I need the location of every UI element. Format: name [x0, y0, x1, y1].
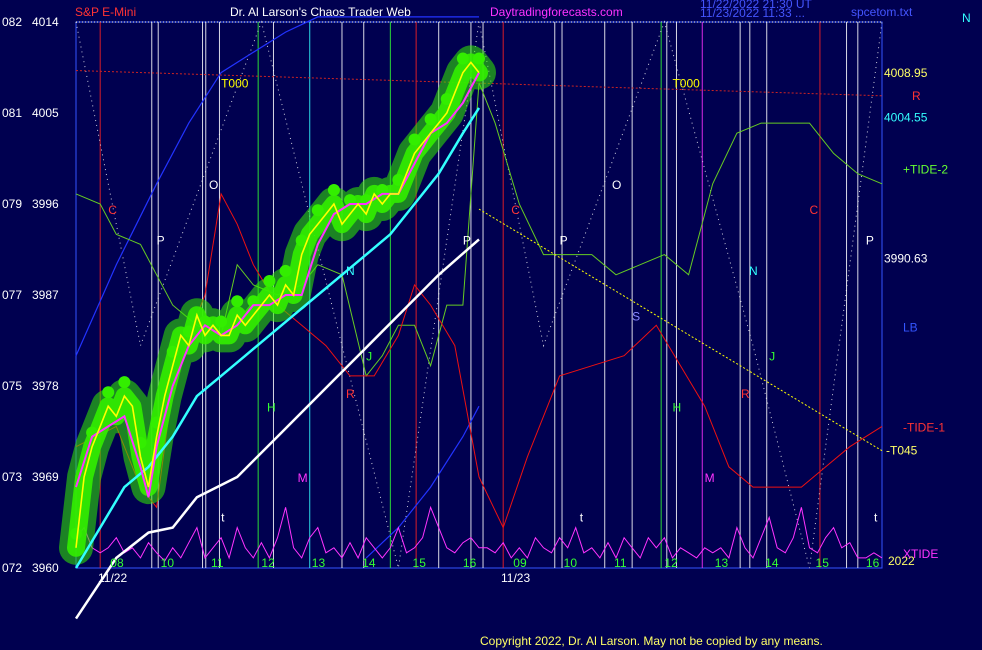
inline-label-10: O [612, 178, 621, 192]
y-code-label-4: 075 [2, 379, 22, 393]
y-code-label-6: 072 [2, 561, 22, 575]
y-code-label-2: 079 [2, 197, 22, 211]
inline-label-6: P [463, 233, 471, 247]
y-code-label-0: 082 [2, 15, 22, 29]
right-label-6: -TIDE-1 [903, 420, 945, 434]
y-price-label-3: 3987 [32, 288, 59, 302]
timestamp-2: 11/23/2022 11:33 ... [700, 6, 805, 20]
green-band-dot-20 [231, 295, 244, 308]
right-label-7: -T045 [886, 444, 918, 458]
inline-label-11: N [346, 264, 355, 278]
right-label-4: 3990.63 [884, 251, 928, 265]
green-band-dot-6 [118, 376, 131, 389]
green-band-dot-4 [102, 386, 115, 399]
green-band-dot-32 [327, 184, 340, 196]
inline-label-21: M [705, 471, 715, 485]
date-label-1: 11/23 [501, 571, 530, 585]
inline-label-14: J [366, 350, 372, 364]
x-tick-label-11: 12 [664, 556, 678, 570]
green-band-dot-0 [70, 527, 82, 540]
y-code-label-5: 073 [2, 470, 22, 484]
green-band-dot-8 [134, 436, 147, 449]
inline-label-1: T000 [672, 77, 700, 91]
inline-label-13: S [632, 309, 640, 323]
inline-label-17: R [741, 387, 750, 401]
inline-label-9: O [209, 178, 218, 192]
green-band-dot-18 [215, 315, 228, 328]
green-band-dot-26 [279, 264, 292, 277]
x-tick-label-15: 16 [866, 556, 880, 570]
x-tick-label-9: 10 [564, 556, 578, 570]
x-tick-label-0: 08 [110, 556, 124, 570]
y-code-label-1: 081 [2, 106, 22, 120]
y-price-label-5: 3969 [32, 470, 59, 484]
right-label-3: +TIDE-2 [903, 163, 948, 177]
file-name: spcetom.txt [851, 5, 913, 19]
date-label-0: 11/22 [98, 571, 127, 585]
y-price-label-6: 3960 [32, 561, 59, 575]
inline-label-20: M [298, 471, 308, 485]
inline-label-19: H [672, 400, 681, 414]
inline-label-16: R [346, 387, 355, 401]
corner-label: N [962, 11, 971, 25]
right-label-5: LB [903, 320, 918, 334]
y-code-label-3: 077 [2, 288, 22, 302]
right-label-1: R [912, 89, 921, 103]
site-link[interactable]: Daytradingforecasts.com [490, 5, 623, 19]
x-tick-label-6: 15 [413, 556, 427, 570]
green-band-dot-48 [456, 52, 469, 65]
x-tick-label-8: 09 [513, 556, 527, 570]
x-tick-label-3: 12 [261, 556, 275, 570]
y-price-label-2: 3996 [32, 197, 59, 211]
right-label-2: 4004.55 [884, 111, 928, 125]
green-band-dot-42 [408, 133, 421, 146]
green-band-dot-50 [473, 52, 485, 65]
x-tick-label-1: 10 [161, 556, 175, 570]
inline-label-0: T000 [221, 77, 249, 91]
chart-canvas: S&P E-Mini Dr. Al Larson's Chaos Trader … [0, 0, 982, 650]
inline-label-5: P [157, 233, 165, 247]
y-price-label-4: 3978 [32, 379, 59, 393]
chart-background [0, 0, 982, 650]
x-tick-label-13: 14 [765, 556, 779, 570]
right-label-0: 4008.95 [884, 66, 928, 80]
green-band-dot-30 [311, 204, 324, 217]
x-tick-label-4: 13 [312, 556, 326, 570]
inline-label-2: C [108, 203, 117, 217]
x-tick-label-2: 11 [211, 556, 224, 570]
copyright-text: Copyright 2022, Dr. Al Larson. May not b… [480, 634, 823, 648]
y-price-label-0: 4014 [32, 15, 59, 29]
symbol-title: S&P E-Mini [75, 5, 136, 19]
green-band-dot-44 [424, 113, 437, 126]
x-tick-label-7: 16 [463, 556, 477, 570]
x-tick-label-10: 11 [614, 556, 627, 570]
inline-label-12: N [749, 264, 758, 278]
right-label-8: XTIDE [903, 547, 938, 561]
inline-label-18: H [267, 400, 276, 414]
x-tick-label-5: 14 [362, 556, 376, 570]
green-band-dot-24 [263, 275, 276, 287]
inline-label-8: P [866, 233, 874, 247]
inline-label-7: P [560, 233, 568, 247]
inline-label-4: C [809, 203, 818, 217]
inline-label-15: J [769, 350, 775, 364]
y-price-label-1: 4005 [32, 106, 59, 120]
x-tick-label-12: 13 [715, 556, 729, 570]
x-tick-label-14: 15 [816, 556, 830, 570]
inline-label-3: C [511, 203, 520, 217]
